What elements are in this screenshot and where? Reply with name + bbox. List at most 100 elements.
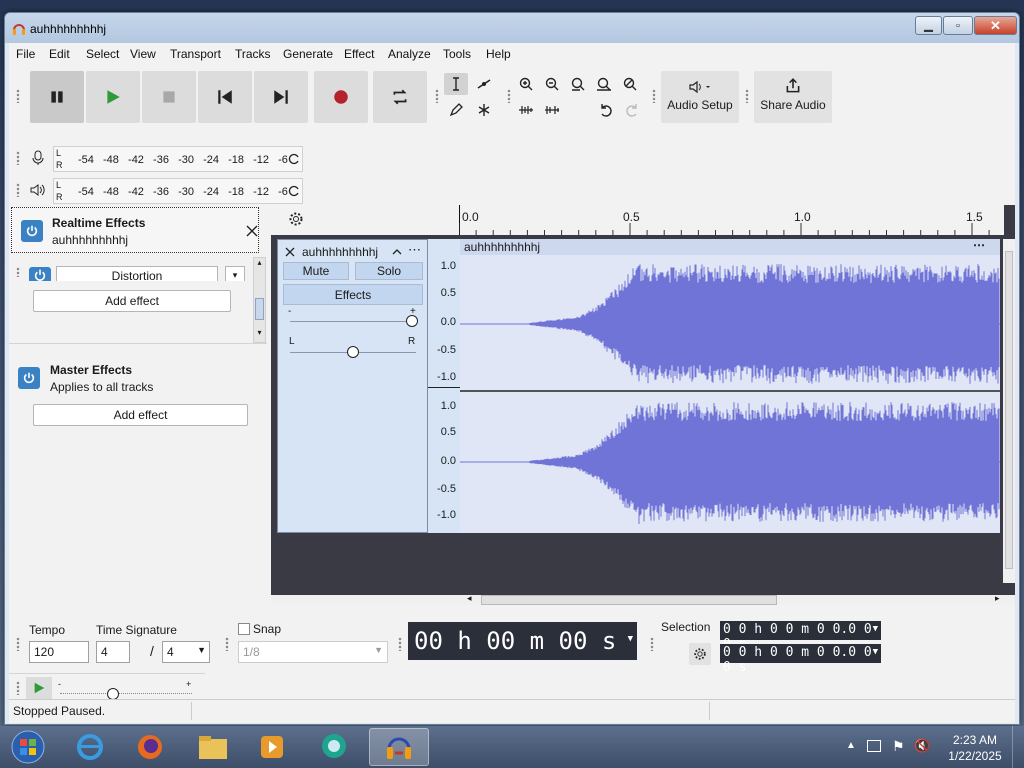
taskbar-app[interactable] xyxy=(306,728,362,766)
volume-muted-icon[interactable]: 🔇 xyxy=(914,738,930,754)
clip-menu-icon[interactable]: ⋯ xyxy=(973,238,985,252)
record-meter[interactable]: L R -54 -48 -42 -36 -30 -24 -18 -12 -6 xyxy=(53,146,303,172)
vertical-scale[interactable]: 1.0 0.5 0.0 -0.5 -1.0 1.0 0.5 0.0 -0.5 -1.0 xyxy=(428,239,460,533)
snap-select[interactable]: 1/8 ▼ xyxy=(238,641,388,663)
zoom-out-button[interactable] xyxy=(540,73,564,95)
microphone-icon[interactable] xyxy=(31,150,45,166)
menu-edit[interactable]: Edit xyxy=(49,47,70,61)
toolbar-grip[interactable] xyxy=(16,89,20,103)
menu-tools[interactable]: Tools xyxy=(443,47,471,61)
record-button[interactable] xyxy=(314,71,368,123)
time-display[interactable]: 00 h 00 m 00 s ▼ xyxy=(408,622,637,660)
system-clock[interactable]: 2:23 AM 1/22/2025 xyxy=(942,732,1008,764)
selection-settings-button[interactable] xyxy=(689,643,711,665)
snap-checkbox[interactable] xyxy=(238,623,250,635)
network-icon[interactable] xyxy=(867,740,881,752)
zoom-in-button[interactable] xyxy=(514,73,538,95)
realtime-power-button[interactable] xyxy=(21,220,43,242)
taskbar-media-player[interactable] xyxy=(244,728,300,766)
meter-refresh-icon[interactable] xyxy=(288,185,300,197)
tempo-grip[interactable] xyxy=(16,637,20,651)
silence-button[interactable] xyxy=(540,99,564,121)
scrollbar-thumb[interactable] xyxy=(255,298,264,320)
playback-meter[interactable]: L R -54 -48 -42 -36 -30 -24 -18 -12 -6 xyxy=(53,178,303,204)
envelope-tool[interactable] xyxy=(472,73,496,95)
trim-button[interactable] xyxy=(514,99,538,121)
selection-start-input[interactable]: 0 0 h 0 0 m 0 0.0 0 0 s▼ xyxy=(720,621,881,652)
ts-denominator-select[interactable]: 4 ▼ xyxy=(162,641,210,663)
play-at-speed-button[interactable] xyxy=(26,677,52,699)
scroll-left-icon[interactable]: ◂ xyxy=(467,593,472,604)
ts-numerator-input[interactable]: 4 xyxy=(96,641,130,663)
effects-scrollbar[interactable]: ▴ ▾ xyxy=(253,257,266,343)
redo-button[interactable] xyxy=(620,99,644,121)
title-bar[interactable]: auhhhhhhhhhj ▁ ▫ ✕ xyxy=(5,13,1019,43)
realtime-add-effect-button[interactable]: Add effect xyxy=(33,290,231,312)
speed-slider-track[interactable] xyxy=(60,693,192,694)
clip-header[interactable]: auhhhhhhhhhj ⋯ xyxy=(460,238,1000,255)
distortion-power-button[interactable] xyxy=(29,267,51,281)
taskbar-firefox[interactable] xyxy=(122,728,178,766)
effects-button[interactable]: Effects xyxy=(283,284,423,305)
playback-meter-grip[interactable] xyxy=(16,183,20,197)
scroll-down-icon[interactable]: ▾ xyxy=(254,328,265,342)
close-icon[interactable] xyxy=(245,224,259,238)
track-name[interactable]: auhhhhhhhhhj xyxy=(302,245,378,259)
taskbar-explorer[interactable] xyxy=(185,728,241,766)
effect-grip[interactable] xyxy=(16,267,20,277)
loop-button[interactable] xyxy=(373,71,427,123)
audio-setup-button[interactable]: Audio Setup xyxy=(661,71,739,123)
tray-expand-icon[interactable]: ▲ xyxy=(846,740,856,751)
more-options-icon[interactable]: ⋯ xyxy=(408,242,421,258)
menu-select[interactable]: Select xyxy=(86,47,119,61)
gain-slider-track[interactable] xyxy=(290,321,416,322)
edit-grip[interactable] xyxy=(507,89,511,103)
fit-project-button[interactable] xyxy=(592,73,616,95)
taskbar-audacity[interactable] xyxy=(369,728,429,766)
mute-button[interactable]: Mute xyxy=(283,262,349,280)
draw-tool[interactable] xyxy=(444,99,468,121)
vscroll-thumb[interactable] xyxy=(1005,251,1013,569)
start-button[interactable] xyxy=(0,728,56,766)
menu-view[interactable]: View xyxy=(130,47,156,61)
menu-transport[interactable]: Transport xyxy=(170,47,221,61)
fit-selection-button[interactable] xyxy=(566,73,590,95)
gain-slider-thumb[interactable] xyxy=(406,315,419,327)
selection-tool[interactable] xyxy=(444,73,468,95)
taskbar-internet-explorer[interactable] xyxy=(62,728,118,766)
master-add-effect-button[interactable]: Add effect xyxy=(33,404,248,426)
undo-button[interactable] xyxy=(594,99,618,121)
meter-refresh-icon[interactable] xyxy=(288,153,300,165)
share-audio-button[interactable]: Share Audio xyxy=(754,71,832,123)
gear-icon[interactable] xyxy=(288,211,304,227)
tools-grip[interactable] xyxy=(435,89,439,103)
time-grip[interactable] xyxy=(398,637,402,651)
solo-button[interactable]: Solo xyxy=(355,262,423,280)
show-desktop-button[interactable] xyxy=(1012,726,1024,768)
snap-grip[interactable] xyxy=(225,637,229,651)
record-meter-grip[interactable] xyxy=(16,151,20,165)
zoom-toggle-button[interactable] xyxy=(618,73,642,95)
menu-file[interactable]: File xyxy=(16,47,35,61)
scroll-up-icon[interactable]: ▴ xyxy=(254,258,265,272)
setup-grip[interactable] xyxy=(652,89,656,103)
close-track-icon[interactable] xyxy=(285,247,295,257)
skip-end-button[interactable] xyxy=(254,71,308,123)
menu-generate[interactable]: Generate xyxy=(283,47,333,61)
multi-tool[interactable] xyxy=(472,99,496,121)
waveform-clip[interactable]: auhhhhhhhhhj ⋯ xyxy=(460,238,1000,533)
stop-button[interactable] xyxy=(142,71,196,123)
menu-effect[interactable]: Effect xyxy=(344,47,374,61)
menu-analyze[interactable]: Analyze xyxy=(388,47,431,61)
minimize-button[interactable]: ▁ xyxy=(915,16,942,35)
menu-tracks[interactable]: Tracks xyxy=(235,47,271,61)
speaker-icon[interactable] xyxy=(30,183,48,197)
skip-start-button[interactable] xyxy=(198,71,252,123)
scroll-right-icon[interactable]: ▸ xyxy=(995,593,1000,604)
share-grip[interactable] xyxy=(745,89,749,103)
chevron-down-icon[interactable]: ▾ xyxy=(225,266,245,281)
selection-grip[interactable] xyxy=(650,637,654,651)
play-button[interactable] xyxy=(86,71,140,123)
play-speed-grip[interactable] xyxy=(16,681,20,695)
flag-icon[interactable]: ⚑ xyxy=(892,738,905,755)
